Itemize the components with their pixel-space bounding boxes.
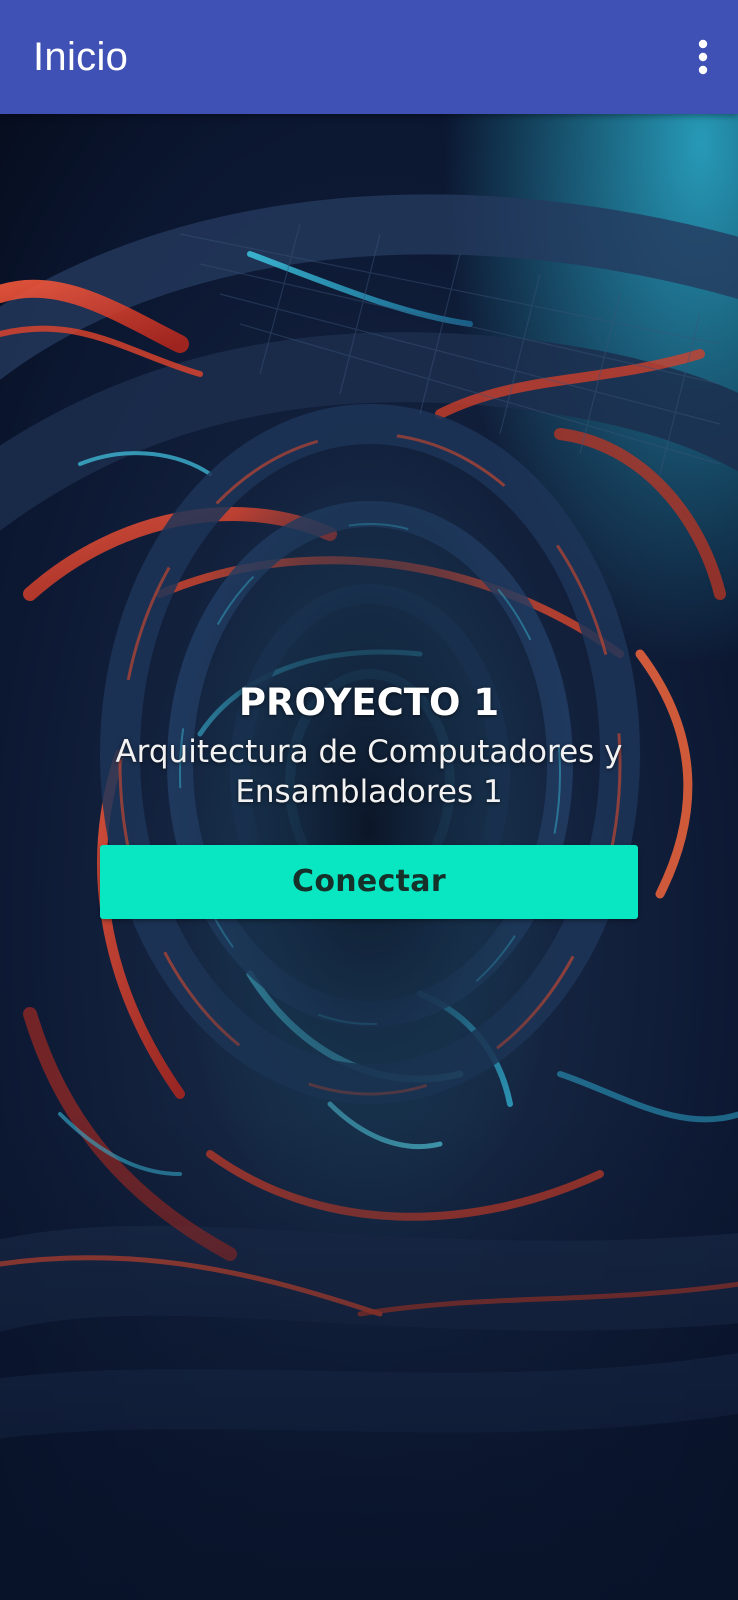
project-title: PROYECTO 1 [238, 681, 500, 724]
intro-section: PROYECTO 1 Arquitectura de Computadores … [0, 680, 738, 812]
more-vert-icon [698, 39, 708, 75]
connect-button[interactable]: Conectar [100, 845, 638, 919]
overflow-menu-button[interactable] [664, 30, 718, 84]
project-subtitle: Arquitectura de Computadores y Ensamblad… [115, 734, 623, 810]
app-bar: Inicio [0, 0, 738, 114]
app-title: Inicio [33, 35, 129, 79]
